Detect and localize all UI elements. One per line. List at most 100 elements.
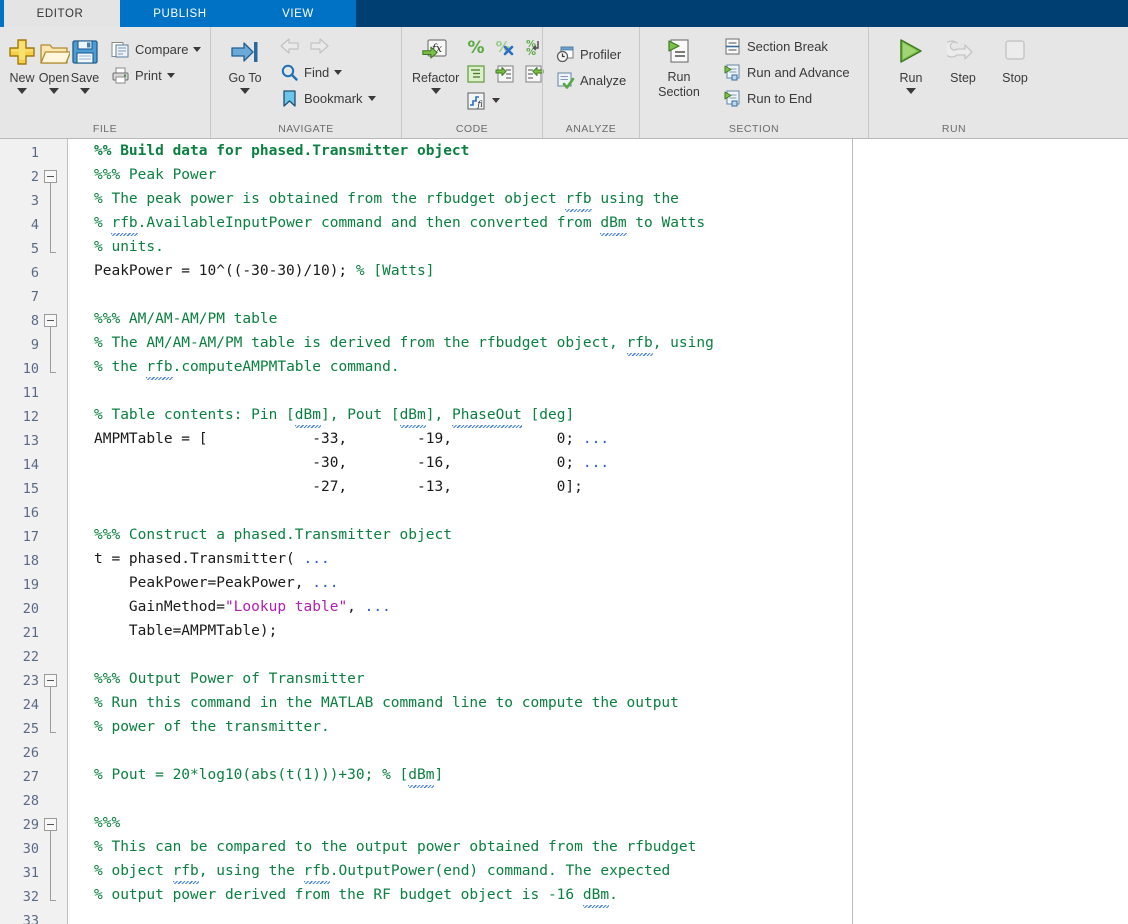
code-line[interactable]: % Pout = 20*log10(abs(t(1)))+30; % [dBm] — [94, 763, 1128, 788]
run-play-icon — [895, 35, 927, 69]
comment-token: %%% Peak Power — [94, 167, 217, 183]
code-line[interactable]: %%% Peak Power — [94, 163, 1128, 187]
find-button[interactable]: Find — [275, 59, 379, 85]
fold-toggle-icon[interactable] — [44, 314, 57, 327]
code-line[interactable]: %%% Output Power of Transmitter — [94, 667, 1128, 691]
save-button-chevron-down-icon[interactable] — [80, 88, 90, 94]
code-line[interactable]: % The peak power is obtained from the rf… — [94, 187, 1128, 212]
code-line[interactable]: %% Build data for phased.Transmitter obj… — [94, 139, 1128, 163]
run-chevron-down-icon[interactable] — [906, 88, 916, 94]
run-to-end-icon — [721, 88, 743, 108]
code-line[interactable]: t = phased.Transmitter( ... — [94, 547, 1128, 571]
tab-editor[interactable]: EDITOR — [0, 0, 120, 27]
run-section-icon — [664, 35, 694, 69]
analyze-check-icon — [554, 70, 576, 90]
code-line[interactable]: -27, -13, 0]; — [94, 475, 1128, 499]
tab-view[interactable]: VIEW — [240, 0, 356, 27]
forward-arrow-icon[interactable] — [304, 33, 333, 60]
code-line[interactable]: % units. — [94, 235, 1128, 259]
refactor-chevron-down-icon[interactable] — [430, 88, 441, 94]
code-line[interactable]: AMPMTable = [ -33, -19, 0; ... — [94, 427, 1128, 451]
code-line[interactable]: %%% — [94, 811, 1128, 835]
code-line[interactable] — [94, 499, 1128, 523]
code-line[interactable] — [94, 283, 1128, 307]
uncomment-icon[interactable]: % — [490, 33, 519, 60]
code-line[interactable] — [94, 739, 1128, 763]
find-chevron-down-icon[interactable] — [334, 69, 343, 75]
analyze-button[interactable]: Analyze — [551, 67, 629, 93]
code-line[interactable]: -30, -16, 0; ... — [94, 451, 1128, 475]
code-line[interactable]: Table=AMPMTable); — [94, 619, 1128, 643]
run-button-label: Run — [899, 71, 923, 85]
code-pane[interactable]: %% Build data for phased.Transmitter obj… — [68, 139, 1128, 924]
new-button[interactable]: New — [6, 31, 38, 94]
code-line[interactable]: PeakPower=PeakPower, ... — [94, 571, 1128, 595]
compare-button[interactable]: Compare — [106, 36, 204, 62]
code-line[interactable]: %%% Construct a phased.Transmitter objec… — [94, 523, 1128, 547]
bookmark-chevron-down-icon[interactable] — [367, 95, 376, 101]
line-continuation-token: ... — [582, 455, 610, 471]
fold-toggle-icon[interactable] — [44, 818, 57, 831]
goto-chevron-down-icon[interactable] — [240, 88, 250, 94]
fold-range-line — [50, 183, 56, 253]
step-button-label: Step — [950, 71, 976, 85]
comment-icon[interactable]: % — [461, 33, 490, 60]
new-button-chevron-down-icon[interactable] — [17, 88, 27, 94]
print-chevron-down-icon[interactable] — [166, 72, 175, 78]
fold-toggle-icon[interactable] — [44, 674, 57, 687]
code-line[interactable]: % The AM/AM-AM/PM table is derived from … — [94, 331, 1128, 356]
print-button[interactable]: Print — [106, 62, 204, 88]
code-icon-row-1: % % % % — [461, 33, 548, 60]
code-line[interactable] — [94, 907, 1128, 924]
compare-chevron-down-icon[interactable] — [193, 46, 202, 52]
code-line[interactable] — [94, 787, 1128, 811]
code-line[interactable]: % output power derived from the RF budge… — [94, 883, 1128, 908]
analyze-button-label: Analyze — [580, 72, 627, 88]
ribbon-group-navigate: Go To Find Bookmark NAVIGATE — [210, 27, 401, 138]
code-line[interactable]: GainMethod="Lookup table", ... — [94, 595, 1128, 619]
fixed-point-chevron-down-icon[interactable] — [492, 98, 501, 103]
line-number-gutter[interactable]: 1 2 3 4 5 6 7 8 9 10 11 12 13 14 15 16 17 18 19 20 21 22 23 24 2… — [0, 139, 68, 924]
code-line[interactable]: % Table contents: Pin [dBm], Pout [dBm],… — [94, 403, 1128, 428]
comment-token: % Run this command in the MATLAB command… — [94, 695, 679, 711]
code-line[interactable]: % the rfb.computeAMPMTable command. — [94, 355, 1128, 380]
code-line[interactable] — [94, 643, 1128, 667]
fold-toggle-icon[interactable] — [44, 170, 57, 183]
save-button[interactable]: Save — [70, 31, 100, 94]
comment-token: %% Build data for phased.Transmitter obj… — [94, 143, 470, 159]
tab-publish[interactable]: PUBLISH — [120, 0, 240, 27]
profiler-button[interactable]: Profiler — [551, 41, 629, 67]
fold-range-line — [50, 327, 56, 373]
code-editor-area[interactable]: 1 2 3 4 5 6 7 8 9 10 11 12 13 14 15 16 17 18 19 20 21 22 23 24 2… — [0, 139, 1128, 924]
goto-button[interactable]: Go To — [217, 31, 273, 94]
step-button[interactable]: Step — [937, 31, 989, 85]
smart-indent-icon[interactable] — [461, 60, 490, 87]
step-arrow-icon — [947, 35, 979, 69]
code-line[interactable]: % Run this command in the MATLAB command… — [94, 691, 1128, 715]
open-button[interactable]: Open — [38, 31, 70, 94]
fixed-point-fi-icon[interactable]: fi — [461, 87, 490, 114]
code-line[interactable] — [94, 379, 1128, 403]
code-lines[interactable]: %% Build data for phased.Transmitter obj… — [94, 139, 1128, 924]
bookmark-button[interactable]: Bookmark — [275, 85, 379, 111]
code-line[interactable]: % object rfb, using the rfb.OutputPower(… — [94, 859, 1128, 884]
open-button-chevron-down-icon[interactable] — [49, 88, 59, 94]
increase-indent-icon[interactable] — [490, 60, 519, 87]
code-line[interactable]: % power of the transmitter. — [94, 715, 1128, 739]
comment-token: % units. — [94, 239, 164, 255]
code-line[interactable]: % rfb.AvailableInputPower command and th… — [94, 211, 1128, 236]
refactor-button[interactable]: fx Refactor — [412, 31, 459, 94]
printer-icon — [109, 65, 131, 85]
run-to-end-button[interactable]: Run to End — [718, 85, 853, 111]
line-number: 30 — [22, 841, 39, 857]
stop-button[interactable]: Stop — [989, 31, 1041, 85]
code-line[interactable]: PeakPower = 10^((-30-30)/10); % [Watts] — [94, 259, 1128, 283]
run-button[interactable]: Run — [885, 31, 937, 94]
code-line[interactable]: % This can be compared to the output pow… — [94, 835, 1128, 859]
run-and-advance-button[interactable]: Run and Advance — [718, 59, 853, 85]
section-break-button[interactable]: Section Break — [718, 33, 853, 59]
back-arrow-icon[interactable] — [275, 33, 304, 60]
run-section-button[interactable]: Run Section — [648, 31, 710, 99]
spellcheck-squiggle: rfb — [303, 859, 330, 884]
code-line[interactable]: %%% AM/AM-AM/PM table — [94, 307, 1128, 331]
